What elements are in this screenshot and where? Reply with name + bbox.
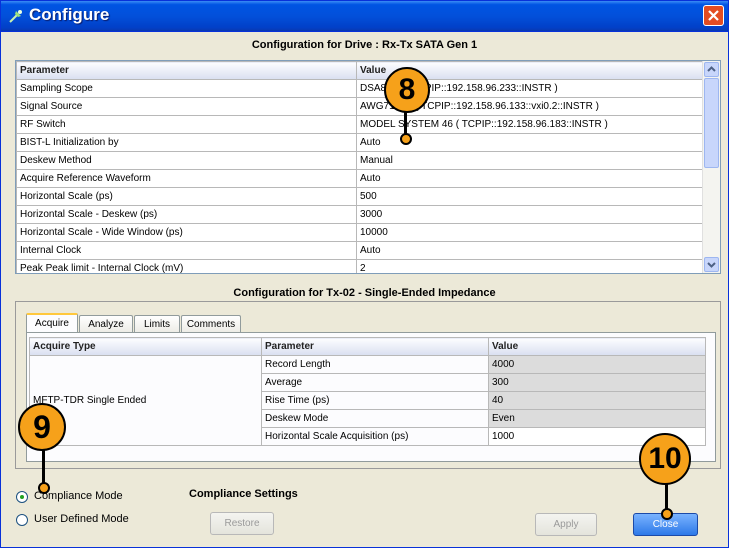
parameter-cell[interactable]: Acquire Reference Waveform [16,169,357,188]
window-title: Configure [29,5,110,24]
value-cell[interactable]: 500 [356,187,705,206]
callout-9-leader [42,446,45,486]
window-close-button[interactable] [703,5,724,26]
column-header-parameter[interactable]: Parameter [16,61,357,80]
user-defined-mode-label[interactable]: User Defined Mode [34,513,129,525]
callout-8-anchor [400,133,412,145]
value-cell[interactable]: 3000 [356,205,705,224]
parameter-cell[interactable]: Signal Source [16,97,357,116]
table-row[interactable]: Peak Peak limit - Internal Clock (mV) 2 [16,259,705,273]
user-defined-mode-radio[interactable] [16,514,28,526]
parameter-cell[interactable]: Sampling Scope [16,79,357,98]
close-icon [708,10,719,21]
table-row[interactable]: Horizontal Scale - Wide Window (ps) 10000 [16,223,705,242]
value-cell[interactable]: Auto [356,241,705,260]
value-cell[interactable]: 4000 [488,355,706,374]
chevron-down-icon [707,262,716,268]
column-header-acquire-type[interactable]: Acquire Type [29,337,262,356]
parameter-cell[interactable]: Deskew Mode [261,409,489,428]
column-header-value[interactable]: Value [488,337,706,356]
tab-acquire[interactable]: Acquire [26,313,78,334]
parameter-cell[interactable]: Horizontal Scale - Deskew (ps) [16,205,357,224]
value-cell[interactable]: Manual [356,151,705,170]
drive-config-grid[interactable]: Parameter Value Sampling Scope DSA8200 ( … [15,60,721,274]
acquire-tab-content: Acquire Type Parameter Value MFTP-TDR Si… [26,332,716,462]
apply-button[interactable]: Apply [535,513,597,536]
value-cell[interactable]: 300 [488,373,706,392]
parameter-cell[interactable]: Record Length [261,355,489,374]
callout-9: 9 [18,403,66,451]
parameter-cell[interactable]: Rise Time (ps) [261,391,489,410]
callout-10-anchor [661,508,673,520]
callout-9-anchor [38,482,50,494]
app-icon [9,10,22,23]
configure-dialog: Configure Configuration for Drive : Rx-T… [0,0,729,548]
value-cell[interactable]: 40 [488,391,706,410]
table-row[interactable]: Sampling Scope DSA8200 ( TCPIP::192.158.9… [16,79,705,98]
table-row[interactable]: BIST-L Initialization by Auto [16,133,705,152]
parameter-cell[interactable]: Horizontal Scale - Wide Window (ps) [16,223,357,242]
scroll-up-button[interactable] [704,62,719,77]
compliance-mode-radio[interactable] [16,491,28,503]
callout-10-leader [665,483,668,511]
parameter-cell[interactable]: Internal Clock [16,241,357,260]
drive-grid-scrollbar[interactable] [702,61,720,273]
tab-comments[interactable]: Comments [181,315,241,333]
parameter-cell[interactable]: RF Switch [16,115,357,134]
value-cell[interactable]: MODEL SYSTEM 46 ( TCPIP::192.158.96.183:… [356,115,705,134]
table-row[interactable]: Horizontal Scale - Deskew (ps) 3000 [16,205,705,224]
column-header-parameter[interactable]: Parameter [261,337,489,356]
parameter-cell[interactable]: Horizontal Scale (ps) [16,187,357,206]
table-row[interactable]: Deskew Method Manual [16,151,705,170]
callout-10: 10 [639,433,691,485]
parameter-cell[interactable]: Deskew Method [16,151,357,170]
tab-limits[interactable]: Limits [134,315,180,333]
table-row[interactable]: Signal Source AWG7122B ( TCPIP::192.158.9… [16,97,705,116]
table-row[interactable]: RF Switch MODEL SYSTEM 46 ( TCPIP::192.15… [16,115,705,134]
value-cell[interactable]: 10000 [356,223,705,242]
table-row[interactable]: Horizontal Scale (ps) 500 [16,187,705,206]
value-cell[interactable]: 2 [356,259,705,273]
chevron-up-icon [707,66,716,72]
table-row[interactable]: Internal Clock Auto [16,241,705,260]
test-config-panel: Acquire Analyze Limits Comments Acquire … [15,301,721,469]
compliance-settings-label: Compliance Settings [189,488,298,500]
acquire-grid[interactable]: Acquire Type Parameter Value MFTP-TDR Si… [29,337,706,446]
title-bar[interactable]: Configure [1,1,728,32]
parameter-cell[interactable]: Average [261,373,489,392]
scroll-thumb[interactable] [704,78,719,168]
value-cell[interactable]: Auto [356,169,705,188]
parameter-cell[interactable]: Horizontal Scale Acquisition (ps) [261,427,489,446]
table-row[interactable]: Acquire Reference Waveform Auto [16,169,705,188]
callout-8: 8 [384,67,430,113]
drive-config-title: Configuration for Drive : Rx-Tx SATA Gen… [251,39,478,51]
parameter-cell[interactable]: Peak Peak limit - Internal Clock (mV) [16,259,357,273]
scroll-down-button[interactable] [704,257,719,272]
parameter-cell[interactable]: BIST-L Initialization by [16,133,357,152]
value-cell[interactable]: Even [488,409,706,428]
restore-button[interactable]: Restore [210,512,274,535]
table-row[interactable]: MFTP-TDR Single Ended Record Length 4000 [29,355,706,446]
test-config-title: Configuration for Tx-02 - Single-Ended I… [233,287,496,299]
tab-analyze[interactable]: Analyze [79,315,133,333]
radio-selected-dot [20,495,24,499]
